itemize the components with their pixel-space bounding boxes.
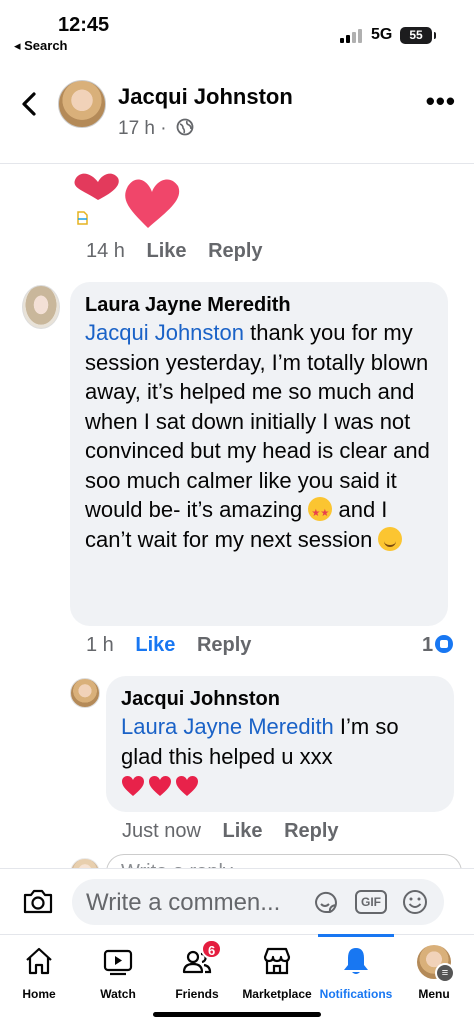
gif-icon[interactable]: GIF (355, 890, 387, 914)
post-header: Jacqui Johnston 17 h · ••• (0, 60, 474, 164)
status-time: 12:45 (58, 14, 110, 36)
heart-emoji-icon (122, 776, 144, 796)
post-time: 17 h · (118, 118, 194, 140)
reply-button[interactable]: Reply (197, 634, 251, 656)
network-label: 5G (371, 26, 393, 43)
camera-icon[interactable] (22, 887, 54, 915)
emoji-icon[interactable] (401, 888, 429, 916)
like-reaction-icon (435, 635, 454, 653)
tab-label: Notifications (319, 987, 393, 1001)
tab-menu[interactable]: Menu (394, 935, 474, 1005)
comment-time: 14 h (86, 240, 125, 262)
smile-emoji-icon (378, 526, 403, 551)
tab-label: Watch (100, 987, 136, 1001)
comment-bubble: Laura Jayne Meredith Jacqui Johnston tha… (70, 282, 448, 626)
avatar[interactable] (22, 285, 60, 329)
like-button[interactable]: Like (147, 240, 187, 262)
signal-icon (340, 29, 366, 43)
home-indicator (153, 1012, 321, 1017)
mention-link[interactable]: Laura Jayne Meredith (121, 714, 334, 739)
mention-link[interactable]: Jacqui Johnston (85, 320, 244, 345)
comment-composer: Write a commen... GIF (0, 868, 474, 934)
battery-icon: 55 (400, 27, 436, 44)
reaction-count-number: 1 (422, 634, 434, 656)
prev-comment-actions: 14 h Like Reply (86, 240, 279, 263)
like-button[interactable]: Like (223, 820, 263, 842)
reply-bubble: Jacqui Johnston Laura Jayne Meredith I’m… (106, 676, 454, 812)
comment-author[interactable]: Laura Jayne Meredith (85, 292, 434, 318)
watch-icon (103, 949, 133, 976)
tab-label: Home (22, 987, 56, 1001)
globe-icon (176, 118, 194, 136)
notification-badge: 6 (201, 939, 223, 959)
heart-emoji-icon (176, 776, 198, 796)
avatar[interactable] (58, 80, 106, 128)
comment-text: Jacqui Johnston thank you for my session… (85, 318, 434, 554)
hearts-sticker (74, 173, 180, 228)
tab-notifications[interactable]: Notifications (318, 934, 394, 1005)
marketplace-icon (263, 947, 291, 975)
bell-icon (344, 948, 368, 974)
like-button[interactable]: Like (135, 634, 175, 656)
comment-placeholder: Write a commen... (86, 889, 281, 916)
comment-text-part: thank you for my session yesterday, I’m … (85, 320, 430, 522)
tab-label: Marketplace (242, 987, 312, 1001)
tab-marketplace[interactable]: Marketplace (236, 935, 318, 1005)
tab-label: Friends (175, 987, 219, 1001)
page-title[interactable]: Jacqui Johnston (118, 84, 293, 110)
tab-watch[interactable]: Watch (78, 935, 158, 1005)
reaction-count[interactable]: 1 (422, 634, 454, 657)
reply-button[interactable]: Reply (284, 820, 338, 842)
comment-input[interactable]: Write a commen... GIF (72, 879, 444, 925)
post-time-label: 17 h · (118, 118, 167, 139)
comment-actions: 1 h Like Reply (86, 634, 267, 657)
comment-text: Laura Jayne Meredith I’m so glad this he… (121, 712, 440, 771)
avatar[interactable] (70, 678, 100, 708)
sticker-icon[interactable] (312, 888, 340, 916)
comment-time: Just now (122, 820, 201, 842)
comment-time: 1 h (86, 634, 114, 656)
tab-friends[interactable]: 6 Friends (158, 935, 236, 1005)
heart-emoji-icon (149, 776, 171, 796)
tab-label: Menu (418, 987, 450, 1001)
more-icon[interactable]: ••• (426, 88, 456, 114)
home-icon (26, 947, 52, 975)
comment-author[interactable]: Jacqui Johnston (121, 686, 440, 712)
attachment-icon (77, 211, 88, 225)
reply-button[interactable]: Reply (208, 240, 262, 262)
back-chevron-icon[interactable] (18, 90, 42, 118)
back-to-search-link[interactable]: ◂ Search (14, 38, 68, 54)
tab-home[interactable]: Home (0, 935, 78, 1005)
reply-actions: Just now Like Reply (122, 820, 355, 843)
avatar (417, 945, 455, 983)
hearts-emoji-row (121, 775, 440, 802)
status-bar: 12:45 ◂ Search 5G 55 (0, 0, 474, 60)
star-struck-emoji-icon (308, 497, 333, 529)
